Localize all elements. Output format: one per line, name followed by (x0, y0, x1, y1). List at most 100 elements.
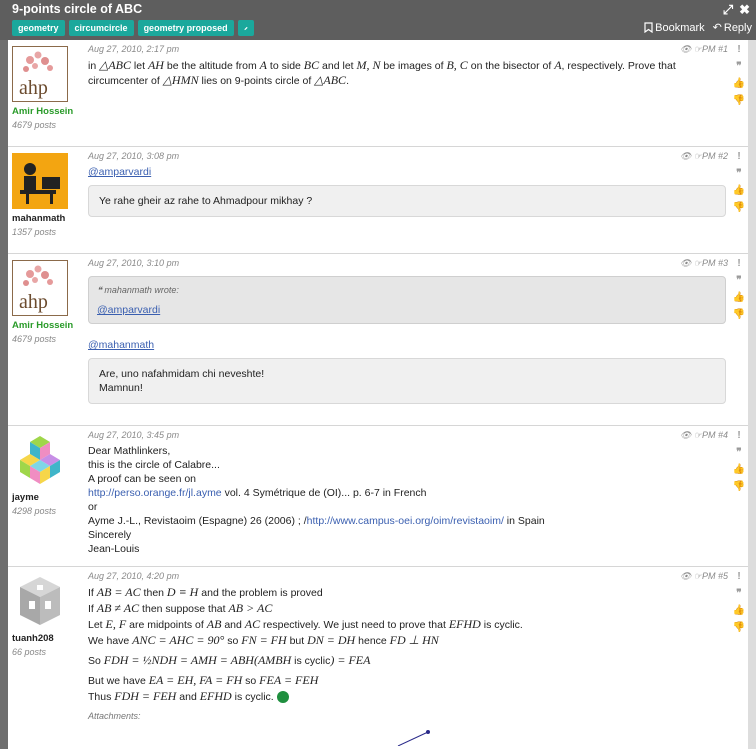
scrollbar[interactable] (748, 40, 756, 749)
quote-icon[interactable]: ❞ (736, 588, 741, 599)
external-link[interactable]: http://www.campus-oei.org/oim/revistaoim… (307, 515, 504, 527)
topic-title: 9-points circle of ABC (12, 2, 143, 16)
bookmark-icon (644, 22, 653, 33)
post-text: in Spain (503, 515, 545, 527)
post-2: mahanmath 1357 posts Aug 27, 2010, 3:08 … (8, 147, 748, 254)
math: FN = FH (241, 633, 287, 647)
post-text: Ayme J.-L., Revistaoim (Espagne) 26 (200… (88, 515, 307, 527)
avatar-tuanh208 (12, 573, 68, 629)
thumbs-up-icon[interactable]: 👍 (733, 292, 745, 303)
message-line: Mamnun! (99, 382, 143, 394)
math: △ABC (314, 73, 347, 87)
post-actions: ! ❞ 👍 👎 (732, 44, 746, 106)
avatar-mahanmath (12, 153, 68, 209)
thumbs-down-icon[interactable]: 👎 (733, 481, 745, 492)
math: EA = EH, FA = FH (148, 673, 243, 687)
math: EFHD (448, 617, 481, 631)
post-text: in (88, 60, 100, 72)
post-number[interactable]: 👁 ☞PM #3 (680, 258, 728, 269)
post-body: in △ABC let AH be the altitude from A to… (88, 58, 726, 88)
username[interactable]: Amir Hossein (12, 320, 82, 331)
thumbs-down-icon[interactable]: 👎 (733, 622, 745, 633)
edit-tags-button[interactable] (237, 20, 254, 36)
post-text: is cyclic. (480, 619, 523, 631)
tag-geometry[interactable]: geometry (12, 20, 65, 36)
avatar-ahp: ahp (12, 260, 68, 316)
post-text: and (176, 691, 200, 703)
math: ) = FEA (330, 653, 371, 667)
post-number[interactable]: 👁 ☞PM #1 (680, 44, 728, 55)
math: FD ⊥ HN (389, 633, 439, 647)
tag-geometry-proposed[interactable]: geometry proposed (137, 20, 234, 36)
close-icon[interactable]: ✖ (739, 2, 750, 18)
user-mention[interactable]: @mahanmath (88, 338, 726, 352)
post-number-label: PM #5 (701, 571, 728, 581)
post-text: So (88, 655, 104, 667)
username[interactable]: mahanmath (12, 213, 82, 224)
post-body: @amparvardi Ye rahe gheir az rahe to Ahm… (88, 165, 726, 217)
post-date: Aug 27, 2010, 3:08 pm (88, 151, 180, 161)
post-number[interactable]: 👁 ☞PM #5 (680, 571, 728, 582)
post-text: Let (88, 619, 106, 631)
report-icon[interactable]: ! (737, 258, 740, 269)
math: BC (303, 58, 320, 72)
post-text: respectively. We just need to prove that (260, 619, 449, 631)
thumbs-down-icon[interactable]: 👎 (733, 95, 745, 106)
post-text: and (221, 619, 245, 631)
user-mention[interactable]: @amparvardi (97, 303, 717, 317)
math: E, F (105, 617, 127, 631)
post-line: Ayme J.-L., Revistaoim (Espagne) 26 (200… (88, 514, 726, 528)
math: ANC = AHC = 90° (132, 633, 225, 647)
report-icon[interactable]: ! (737, 44, 740, 55)
quote-author-label: mahanmath wrote: (104, 285, 179, 295)
quote-icon[interactable]: ❞ (736, 275, 741, 286)
topic-header: 9-points circle of ABC geometry circumci… (0, 0, 756, 40)
report-icon[interactable]: ! (737, 151, 740, 162)
username[interactable]: Amir Hossein (12, 106, 82, 117)
post-text: We have (88, 635, 133, 647)
reply-button[interactable]: ↶ Reply (713, 21, 752, 35)
post-text: so (242, 675, 260, 687)
thumbs-up-icon[interactable]: 👍 (733, 605, 745, 616)
tag-circumcircle[interactable]: circumcircle (68, 20, 134, 36)
quote-icon[interactable]: ❞ (736, 447, 741, 458)
username[interactable]: tuanh208 (12, 633, 82, 644)
math: FDH = ½NDH = AMH = ABH(AMBH (103, 653, 292, 667)
post-text: and let (319, 60, 357, 72)
post-body: Dear Mathlinkers, this is the circle of … (88, 444, 726, 556)
thumbs-down-icon[interactable]: 👎 (733, 202, 745, 213)
post-text: If (88, 603, 97, 615)
post-list: ahp Amir Hossein 4679 posts Aug 27, 2010… (8, 40, 748, 749)
post-count: 1357 posts (12, 227, 57, 237)
thumbs-up-icon[interactable]: 👍 (733, 464, 745, 475)
post-line: If AB ≠ AC then suppose that AB > AC (88, 601, 726, 617)
math: B, C (446, 58, 468, 72)
report-icon[interactable]: ! (737, 571, 740, 582)
math: DN = DH (307, 633, 356, 647)
expand-icon[interactable]: ⤢ (723, 2, 733, 18)
math: AB = AC (96, 585, 141, 599)
thumbs-up-icon[interactable]: 👍 (733, 185, 745, 196)
post-actions: ! ❞ 👍 👎 (732, 151, 746, 213)
bookmark-button[interactable]: Bookmark (644, 21, 705, 34)
math: M, N (356, 58, 381, 72)
report-icon[interactable]: ! (737, 430, 740, 441)
quote-icon[interactable]: ❞ (736, 61, 741, 72)
left-gutter (0, 40, 8, 749)
smiley-icon (276, 691, 289, 704)
post-line: http://perso.orange.fr/jl.ayme vol. 4 Sy… (88, 486, 726, 500)
thumbs-up-icon[interactable]: 👍 (733, 78, 745, 89)
post-text: But we have (88, 675, 149, 687)
quote-icon[interactable]: ❞ (736, 168, 741, 179)
username[interactable]: jayme (12, 492, 82, 503)
post-number[interactable]: 👁 ☞PM #4 (680, 430, 728, 441)
thumbs-down-icon[interactable]: 👎 (733, 309, 745, 320)
math: D ≡ H (166, 585, 199, 599)
math: AH (147, 58, 164, 72)
attachment-figure[interactable] (378, 726, 498, 747)
user-mention[interactable]: @amparvardi (88, 165, 726, 179)
post-number[interactable]: 👁 ☞PM #2 (680, 151, 728, 162)
svg-text:ahp: ahp (19, 291, 48, 313)
post-5: tuanh208 66 posts Aug 27, 2010, 4:20 pm … (8, 567, 748, 749)
external-link[interactable]: http://perso.orange.fr/jl.ayme (88, 487, 222, 499)
